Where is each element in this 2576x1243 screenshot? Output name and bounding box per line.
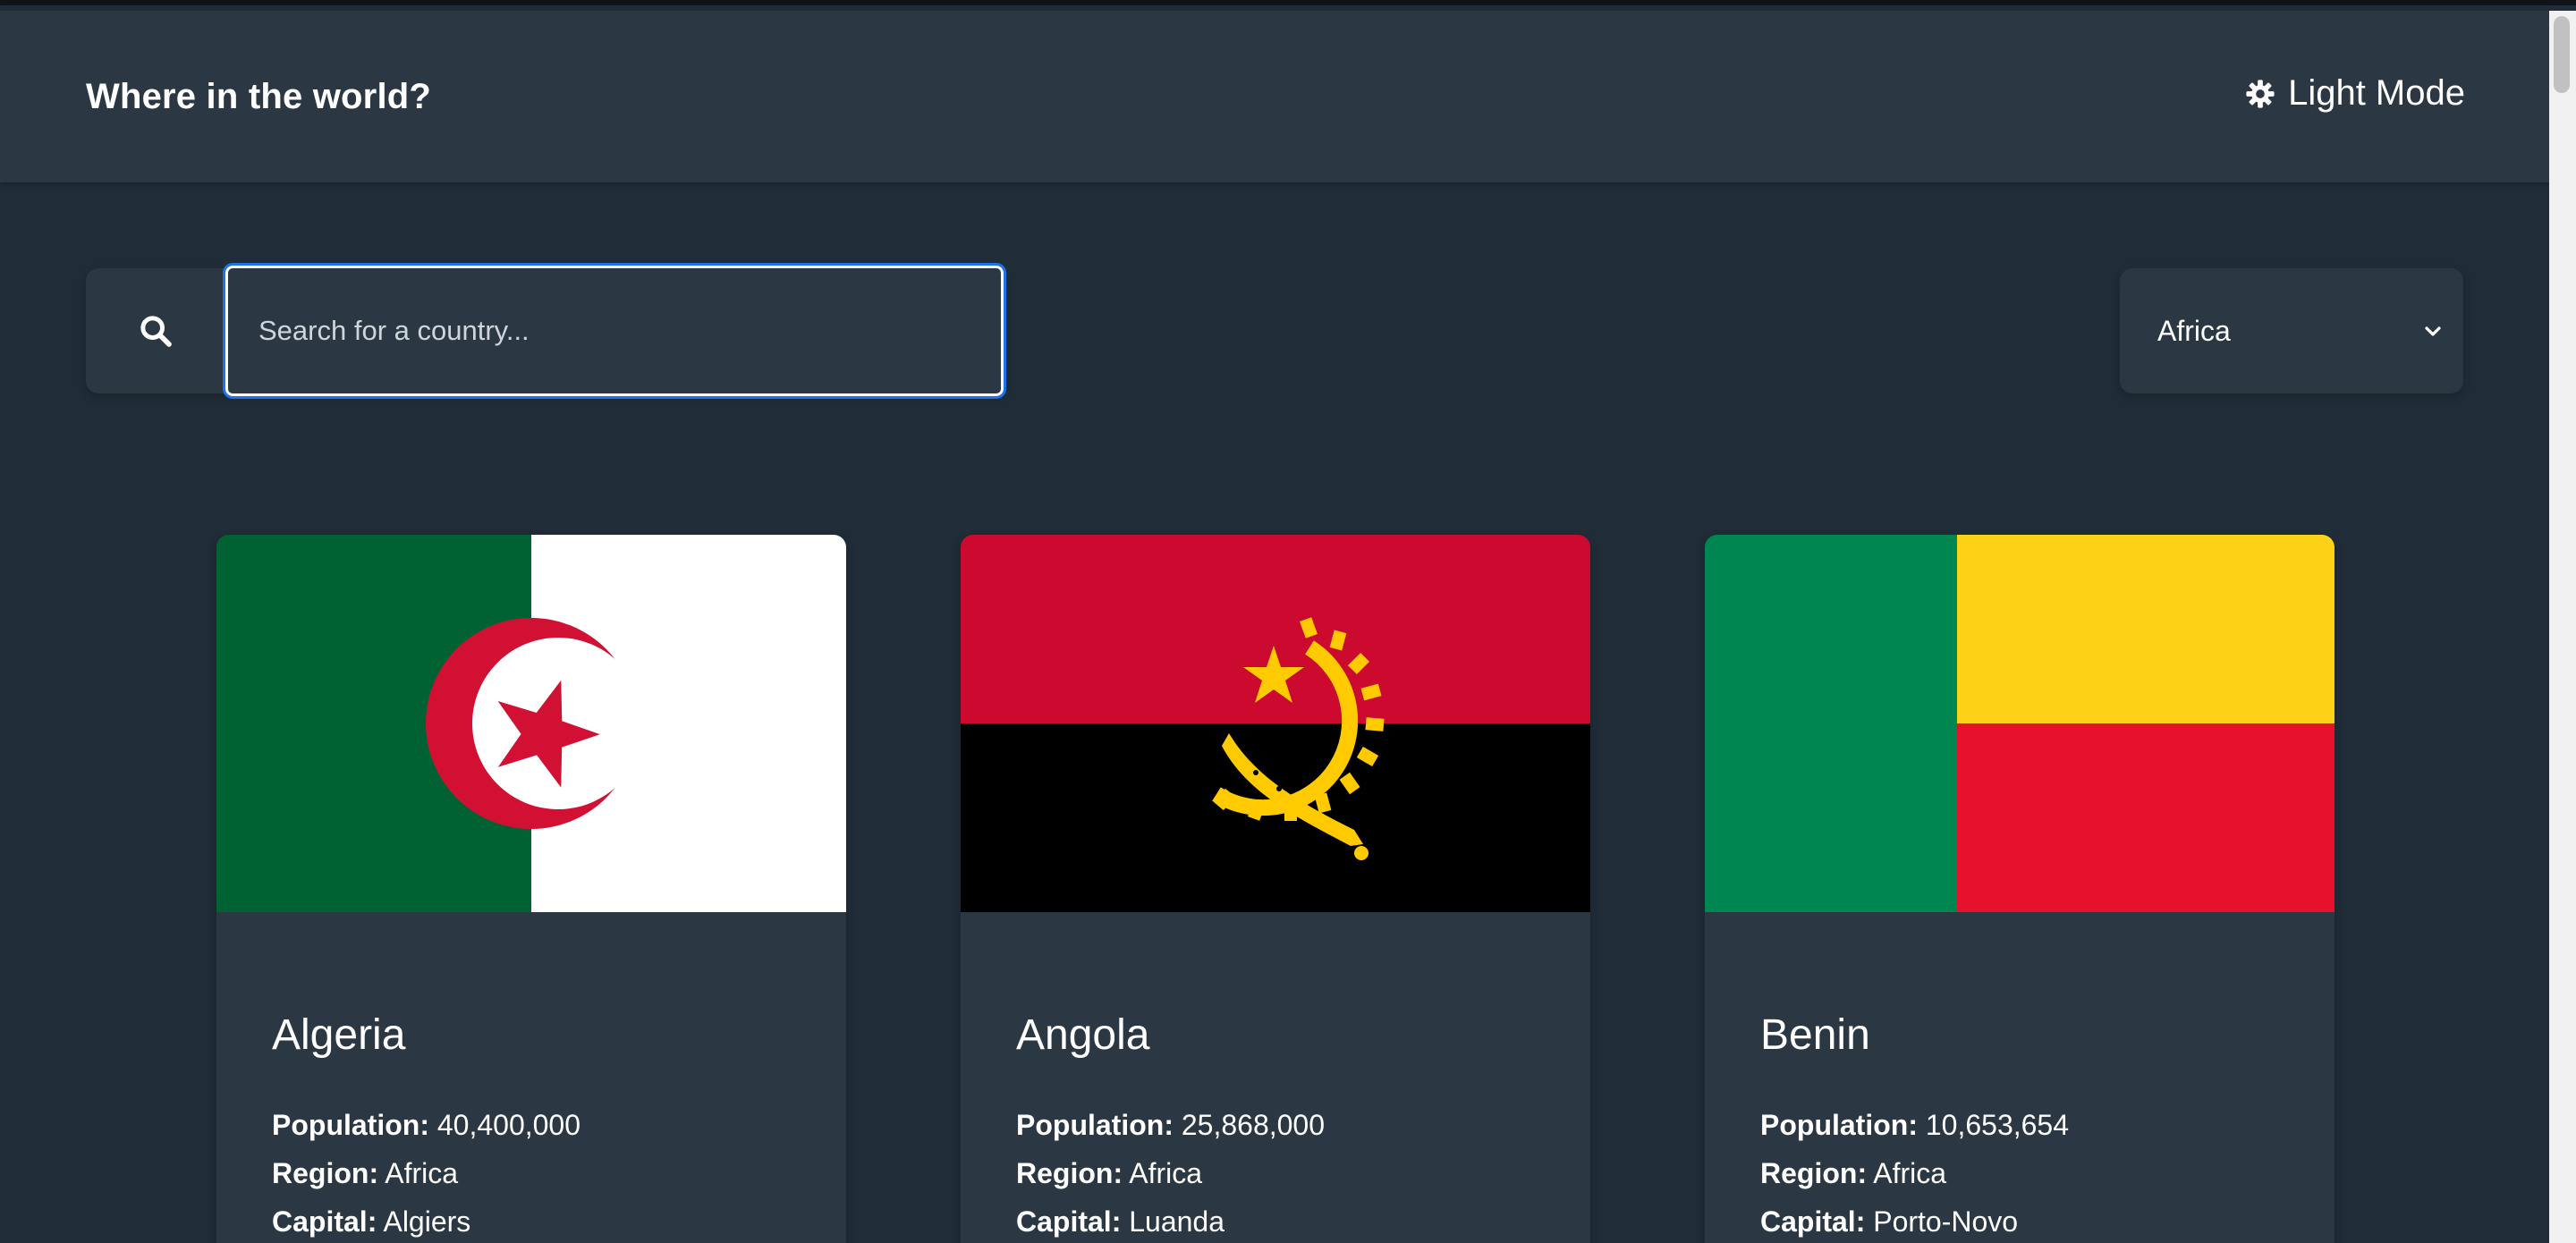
country-card-algeria[interactable]: Algeria Population: 40,400,000 Region: A… [216, 535, 846, 1243]
search-icon [140, 316, 172, 347]
flag-angola-image [961, 535, 1590, 912]
scrollbar-thumb[interactable] [2554, 16, 2570, 93]
country-card-benin[interactable]: Benin Population: 10,653,654 Region: Afr… [1705, 535, 2334, 1243]
region-row: Region: Africa [1016, 1149, 1535, 1197]
capital-row: Capital: Algiers [272, 1197, 791, 1243]
region-filter-select[interactable]: Africa [2120, 268, 2463, 393]
country-name: Benin [1760, 1011, 1870, 1059]
search-bar [86, 263, 1006, 399]
population-row: Population: 25,868,000 [1016, 1101, 1535, 1149]
population-value: 40,400,000 [436, 1109, 581, 1141]
population-row: Population: 40,400,000 [272, 1101, 791, 1149]
population-label: Population: [1016, 1109, 1174, 1141]
region-row: Region: Africa [1760, 1149, 2279, 1197]
app-window: Where in the world? Light Mode Search fo… [0, 0, 2576, 1243]
region-value: Africa [385, 1157, 459, 1189]
population-value: 25,868,000 [1181, 1109, 1326, 1141]
card-body: Angola Population: 25,868,000 Region: Af… [961, 1010, 1590, 1243]
region-label: Region: [1016, 1157, 1123, 1189]
population-label: Population: [272, 1109, 429, 1141]
region-filter-value: Africa [2157, 314, 2231, 347]
region-row: Region: Africa [272, 1149, 791, 1197]
country-stats: Population: 40,400,000 Region: Africa Ca… [272, 1101, 791, 1243]
capital-label: Capital: [272, 1205, 377, 1238]
capital-value: Luanda [1129, 1205, 1225, 1238]
app-title: Where in the world? [86, 77, 432, 116]
population-value: 10,653,654 [1925, 1109, 2070, 1141]
country-name: Algeria [272, 1011, 406, 1059]
card-body: Benin Population: 10,653,654 Region: Afr… [1705, 1010, 2334, 1243]
chevron-down-icon [2425, 326, 2441, 336]
theme-toggle-label: Light Mode [2288, 73, 2465, 113]
capital-row: Capital: Porto-Novo [1760, 1197, 2279, 1243]
sun-gear-icon [2246, 79, 2275, 108]
region-value: Africa [1873, 1157, 1947, 1189]
card-body: Algeria Population: 40,400,000 Region: A… [216, 1010, 846, 1243]
capital-row: Capital: Luanda [1016, 1197, 1535, 1243]
region-value: Africa [1129, 1157, 1203, 1189]
region-label: Region: [1760, 1157, 1868, 1189]
country-stats: Population: 25,868,000 Region: Africa Ca… [1016, 1101, 1535, 1243]
vertical-scrollbar[interactable] [2549, 11, 2576, 1243]
search-input[interactable] [223, 263, 1006, 399]
population-row: Population: 10,653,654 [1760, 1101, 2279, 1149]
flag-algeria-image [216, 535, 846, 912]
top-header: Where in the world? Light Mode [0, 11, 2549, 182]
capital-label: Capital: [1760, 1205, 1866, 1238]
country-card-angola[interactable]: Angola Population: 25,868,000 Region: Af… [961, 535, 1590, 1243]
region-label: Region: [272, 1157, 379, 1189]
flag-benin-image [1705, 535, 2334, 912]
country-name: Angola [1016, 1011, 1150, 1059]
population-label: Population: [1760, 1109, 1918, 1141]
country-stats: Population: 10,653,654 Region: Africa Ca… [1760, 1101, 2279, 1243]
theme-toggle-button[interactable]: Light Mode [2245, 73, 2465, 114]
capital-value: Algiers [383, 1205, 471, 1238]
capital-value: Porto-Novo [1873, 1205, 2019, 1238]
capital-label: Capital: [1016, 1205, 1122, 1238]
